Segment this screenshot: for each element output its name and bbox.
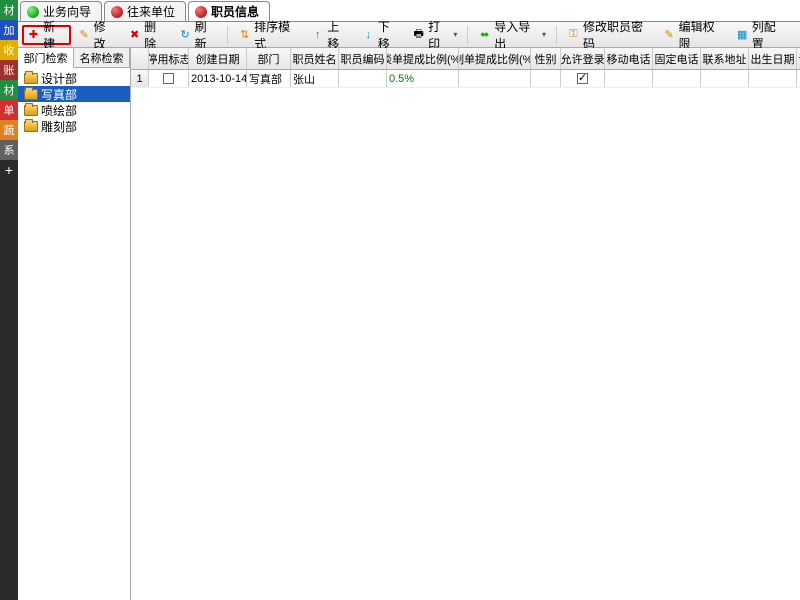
rail-item[interactable]: 单 [0, 100, 18, 120]
rail-item[interactable]: 蔬 [0, 120, 18, 140]
cell-addr [701, 70, 749, 87]
globe-icon [27, 6, 39, 18]
change-password-button[interactable]: ⚿修改职员密码 [562, 25, 656, 45]
col-head[interactable]: 制单提成比例(%) [459, 48, 531, 69]
col-head[interactable]: 谈单提成比例(%) [387, 48, 459, 69]
left-rail: 材 加 收 账 材 单 蔬 系 + [0, 0, 18, 600]
chevron-down-icon: ▾ [453, 30, 457, 39]
toolbar: ✚新建 ✎修改 ✖删除 ↻刷新 ⇅排序模式 ↑上移 ↓下移 🖶打印▾ ⬌导入导出… [18, 22, 800, 48]
col-head[interactable] [131, 48, 149, 69]
delete-button[interactable]: ✖删除 [123, 25, 172, 45]
cell-mobile [605, 70, 653, 87]
cell-tel [653, 70, 701, 87]
rail-item[interactable]: 系 [0, 140, 18, 160]
cell-dept: 写真部 [247, 70, 291, 87]
user-icon [111, 6, 123, 18]
exit-button[interactable]: ⏻退出 [792, 25, 800, 45]
table-row[interactable]: 1 2013-10-14 写真部 张山 0.5% [131, 70, 800, 88]
cell-name: 张山 [291, 70, 339, 87]
cell-stop[interactable] [149, 70, 189, 87]
edit-permission-button[interactable]: ✎编辑权限 [658, 25, 729, 45]
rail-item[interactable]: 加 [0, 20, 18, 40]
move-up-button[interactable]: ↑上移 [306, 25, 355, 45]
folder-icon [24, 73, 38, 84]
sort-icon: ⇅ [238, 28, 251, 42]
cell-talk-rate: 0.5% [387, 70, 459, 87]
refresh-icon: ↻ [179, 28, 192, 42]
rail-add-icon[interactable]: + [0, 160, 18, 180]
arrow-down-icon: ↓ [362, 28, 375, 42]
dept-tree: 设计部 写真部 喷绘部 雕刻部 [18, 68, 130, 600]
side-tab-dept[interactable]: 部门检索 [18, 48, 74, 68]
separator [556, 26, 557, 44]
col-head[interactable]: 职员姓名 [291, 48, 339, 69]
col-head[interactable]: 部门 [247, 48, 291, 69]
cell-login[interactable] [561, 70, 605, 87]
side-tab-name[interactable]: 名称检索 [74, 48, 130, 67]
cell-date: 2013-10-14 [189, 70, 247, 87]
col-head[interactable]: 停用标志 [149, 48, 189, 69]
move-down-button[interactable]: ↓下移 [357, 25, 406, 45]
plus-icon: ✚ [27, 28, 40, 42]
cell-sex [531, 70, 561, 87]
col-head[interactable]: 允许登录 [561, 48, 605, 69]
x-icon: ✖ [128, 28, 141, 42]
checkbox-icon[interactable] [163, 73, 174, 84]
rail-item[interactable]: 账 [0, 60, 18, 80]
cell-make-rate [459, 70, 531, 87]
side-panel: 部门检索 名称检索 设计部 写真部 喷绘部 雕刻部 [18, 48, 131, 600]
separator [227, 26, 228, 44]
folder-icon [24, 105, 38, 116]
tree-item[interactable]: 写真部 [18, 86, 130, 102]
row-index: 1 [131, 70, 149, 87]
new-button[interactable]: ✚新建 [22, 25, 71, 45]
column-config-button[interactable]: ▦列配置 [731, 25, 791, 45]
grid-body[interactable]: 1 2013-10-14 写真部 张山 0.5% [131, 70, 800, 600]
rail-item[interactable]: 材 [0, 0, 18, 20]
col-head[interactable]: 创建日期 [189, 48, 247, 69]
col-head[interactable]: 出生日期 [749, 48, 797, 69]
tab-staff-info[interactable]: 职员信息 [188, 1, 270, 21]
col-head[interactable]: 联系地址 [701, 48, 749, 69]
tree-item[interactable]: 雕刻部 [18, 118, 130, 134]
tree-item[interactable]: 设计部 [18, 70, 130, 86]
refresh-button[interactable]: ↻刷新 [174, 25, 223, 45]
key-icon: ⚿ [567, 28, 580, 42]
edit-button[interactable]: ✎修改 [73, 25, 122, 45]
lock-icon: ✎ [663, 28, 676, 42]
checkbox-icon[interactable] [577, 73, 588, 84]
pencil-icon: ✎ [78, 28, 91, 42]
import-export-button[interactable]: ⬌导入导出▾ [473, 25, 551, 45]
col-head[interactable]: 性别 [531, 48, 561, 69]
col-head[interactable]: 固定电话 [653, 48, 701, 69]
rail-item[interactable]: 材 [0, 80, 18, 100]
io-icon: ⬌ [478, 28, 491, 42]
user-icon [195, 6, 207, 18]
col-head[interactable]: 职员编码 [339, 48, 387, 69]
print-icon: 🖶 [412, 28, 425, 42]
folder-icon [24, 89, 38, 100]
print-button[interactable]: 🖶打印▾ [407, 25, 462, 45]
chevron-down-icon: ▾ [542, 30, 546, 39]
col-head[interactable]: 移动电话 [605, 48, 653, 69]
folder-icon [24, 121, 38, 132]
side-tabs: 部门检索 名称检索 [18, 48, 130, 68]
data-grid: 停用标志 创建日期 部门 职员姓名 职员编码 谈单提成比例(%) 制单提成比例(… [131, 48, 800, 600]
cell-code [339, 70, 387, 87]
rail-item[interactable]: 收 [0, 40, 18, 60]
sort-button[interactable]: ⇅排序模式 [233, 25, 304, 45]
cell-birth [749, 70, 797, 87]
separator [467, 26, 468, 44]
tree-item[interactable]: 喷绘部 [18, 102, 130, 118]
grid-header: 停用标志 创建日期 部门 职员姓名 职员编码 谈单提成比例(%) 制单提成比例(… [131, 48, 800, 70]
arrow-up-icon: ↑ [311, 28, 324, 42]
columns-icon: ▦ [736, 28, 749, 42]
